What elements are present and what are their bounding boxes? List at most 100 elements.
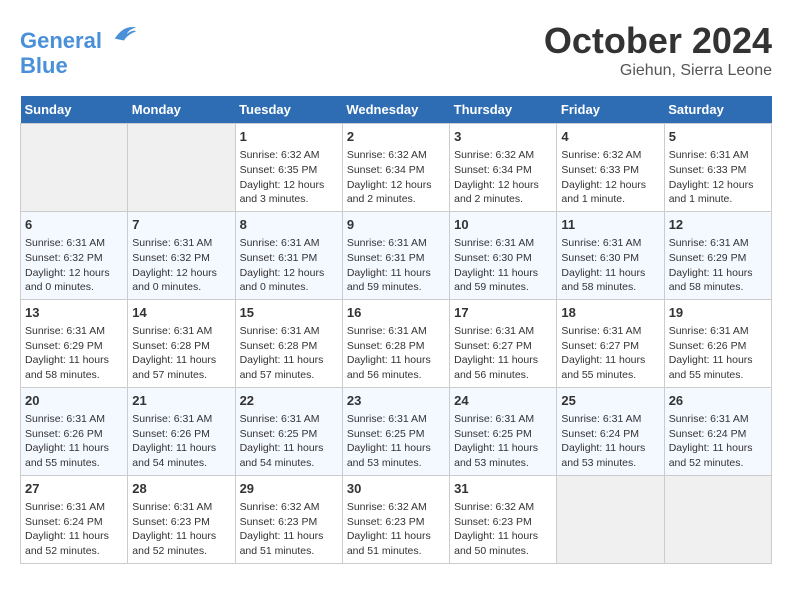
location-title: Giehun, Sierra Leone: [544, 62, 772, 80]
week-row-1: 6 Sunrise: 6:31 AMSunset: 6:32 PMDaylight…: [21, 211, 772, 299]
day-info: Sunrise: 6:31 AMSunset: 6:25 PMDaylight:…: [240, 412, 338, 471]
day-info: Sunrise: 6:31 AMSunset: 6:29 PMDaylight:…: [25, 324, 123, 383]
day-info: Sunrise: 6:31 AMSunset: 6:24 PMDaylight:…: [25, 500, 123, 559]
day-info: Sunrise: 6:32 AMSunset: 6:34 PMDaylight:…: [347, 148, 445, 207]
day-info: Sunrise: 6:32 AMSunset: 6:23 PMDaylight:…: [240, 500, 338, 559]
day-info: Sunrise: 6:31 AMSunset: 6:25 PMDaylight:…: [347, 412, 445, 471]
week-row-3: 20 Sunrise: 6:31 AMSunset: 6:26 PMDayligh…: [21, 387, 772, 475]
day-cell: 10 Sunrise: 6:31 AMSunset: 6:30 PMDayligh…: [450, 211, 557, 299]
day-info: Sunrise: 6:31 AMSunset: 6:28 PMDaylight:…: [132, 324, 230, 383]
col-header-thursday: Thursday: [450, 96, 557, 124]
day-info: Sunrise: 6:31 AMSunset: 6:31 PMDaylight:…: [240, 236, 338, 295]
day-cell: 15Sunrise: 6:31 AMSunset: 6:28 PMDayligh…: [235, 299, 342, 387]
day-cell: 31Sunrise: 6:32 AMSunset: 6:23 PMDayligh…: [450, 475, 557, 563]
day-info: Sunrise: 6:31 AMSunset: 6:25 PMDaylight:…: [454, 412, 552, 471]
day-cell: 11Sunrise: 6:31 AMSunset: 6:30 PMDayligh…: [557, 211, 664, 299]
day-info: Sunrise: 6:31 AMSunset: 6:28 PMDaylight:…: [347, 324, 445, 383]
day-info: Sunrise: 6:31 AMSunset: 6:27 PMDaylight:…: [561, 324, 659, 383]
col-header-sunday: Sunday: [21, 96, 128, 124]
day-info: Sunrise: 6:31 AMSunset: 6:29 PMDaylight:…: [669, 236, 767, 295]
day-info: Sunrise: 6:31 AMSunset: 6:26 PMDaylight:…: [25, 412, 123, 471]
day-number: 29: [240, 480, 338, 498]
day-cell: 23Sunrise: 6:31 AMSunset: 6:25 PMDayligh…: [342, 387, 449, 475]
day-number: 2: [347, 128, 445, 146]
day-info: Sunrise: 6:31 AMSunset: 6:26 PMDaylight:…: [132, 412, 230, 471]
day-number: 8: [240, 216, 338, 234]
day-number: 6: [25, 216, 123, 234]
day-info: Sunrise: 6:31 AMSunset: 6:27 PMDaylight:…: [454, 324, 552, 383]
day-cell: 6 Sunrise: 6:31 AMSunset: 6:32 PMDaylight…: [21, 211, 128, 299]
day-cell: 19Sunrise: 6:31 AMSunset: 6:26 PMDayligh…: [664, 299, 771, 387]
col-header-monday: Monday: [128, 96, 235, 124]
day-number: 22: [240, 392, 338, 410]
day-number: 20: [25, 392, 123, 410]
day-number: 25: [561, 392, 659, 410]
day-info: Sunrise: 6:32 AMSunset: 6:23 PMDaylight:…: [347, 500, 445, 559]
day-info: Sunrise: 6:32 AMSunset: 6:33 PMDaylight:…: [561, 148, 659, 207]
day-cell: 12Sunrise: 6:31 AMSunset: 6:29 PMDayligh…: [664, 211, 771, 299]
logo-bird-icon: [110, 20, 138, 48]
day-number: 3: [454, 128, 552, 146]
day-cell: 30 Sunrise: 6:32 AMSunset: 6:23 PMDayligh…: [342, 475, 449, 563]
logo: General Blue: [20, 20, 138, 79]
col-header-wednesday: Wednesday: [342, 96, 449, 124]
day-number: 4: [561, 128, 659, 146]
day-cell: 27 Sunrise: 6:31 AMSunset: 6:24 PMDayligh…: [21, 475, 128, 563]
day-cell: 3Sunrise: 6:32 AMSunset: 6:34 PMDaylight…: [450, 124, 557, 212]
day-cell: 25 Sunrise: 6:31 AMSunset: 6:24 PMDayligh…: [557, 387, 664, 475]
day-number: 19: [669, 304, 767, 322]
week-row-4: 27 Sunrise: 6:31 AMSunset: 6:24 PMDayligh…: [21, 475, 772, 563]
day-number: 10: [454, 216, 552, 234]
day-cell: [21, 124, 128, 212]
day-info: Sunrise: 6:32 AMSunset: 6:35 PMDaylight:…: [240, 148, 338, 207]
day-info: Sunrise: 6:31 AMSunset: 6:30 PMDaylight:…: [454, 236, 552, 295]
logo-text: General: [20, 20, 138, 53]
day-number: 7: [132, 216, 230, 234]
day-number: 13: [25, 304, 123, 322]
day-cell: 2 Sunrise: 6:32 AMSunset: 6:34 PMDaylight…: [342, 124, 449, 212]
day-number: 14: [132, 304, 230, 322]
day-number: 17: [454, 304, 552, 322]
day-number: 30: [347, 480, 445, 498]
day-info: Sunrise: 6:31 AMSunset: 6:32 PMDaylight:…: [25, 236, 123, 295]
day-info: Sunrise: 6:31 AMSunset: 6:31 PMDaylight:…: [347, 236, 445, 295]
header-row: SundayMondayTuesdayWednesdayThursdayFrid…: [21, 96, 772, 124]
day-cell: 22 Sunrise: 6:31 AMSunset: 6:25 PMDayligh…: [235, 387, 342, 475]
day-cell: 26 Sunrise: 6:31 AMSunset: 6:24 PMDayligh…: [664, 387, 771, 475]
day-cell: 4 Sunrise: 6:32 AMSunset: 6:33 PMDaylight…: [557, 124, 664, 212]
day-number: 26: [669, 392, 767, 410]
day-number: 21: [132, 392, 230, 410]
day-cell: [128, 124, 235, 212]
month-title: October 2024: [544, 20, 772, 62]
logo-blue: Blue: [20, 53, 138, 79]
day-number: 31: [454, 480, 552, 498]
day-cell: 13 Sunrise: 6:31 AMSunset: 6:29 PMDayligh…: [21, 299, 128, 387]
day-cell: 17 Sunrise: 6:31 AMSunset: 6:27 PMDayligh…: [450, 299, 557, 387]
day-number: 28: [132, 480, 230, 498]
day-cell: 5 Sunrise: 6:31 AMSunset: 6:33 PMDaylight…: [664, 124, 771, 212]
day-cell: 1 Sunrise: 6:32 AMSunset: 6:35 PMDaylight…: [235, 124, 342, 212]
day-number: 24: [454, 392, 552, 410]
day-cell: 28 Sunrise: 6:31 AMSunset: 6:23 PMDayligh…: [128, 475, 235, 563]
day-cell: 21 Sunrise: 6:31 AMSunset: 6:26 PMDayligh…: [128, 387, 235, 475]
week-row-2: 13 Sunrise: 6:31 AMSunset: 6:29 PMDayligh…: [21, 299, 772, 387]
day-number: 27: [25, 480, 123, 498]
day-cell: 20 Sunrise: 6:31 AMSunset: 6:26 PMDayligh…: [21, 387, 128, 475]
day-info: Sunrise: 6:31 AMSunset: 6:23 PMDaylight:…: [132, 500, 230, 559]
day-cell: [664, 475, 771, 563]
day-number: 9: [347, 216, 445, 234]
col-header-saturday: Saturday: [664, 96, 771, 124]
day-number: 1: [240, 128, 338, 146]
day-info: Sunrise: 6:31 AMSunset: 6:24 PMDaylight:…: [561, 412, 659, 471]
day-info: Sunrise: 6:31 AMSunset: 6:33 PMDaylight:…: [669, 148, 767, 207]
day-info: Sunrise: 6:31 AMSunset: 6:32 PMDaylight:…: [132, 236, 230, 295]
day-info: Sunrise: 6:31 AMSunset: 6:24 PMDaylight:…: [669, 412, 767, 471]
day-number: 11: [561, 216, 659, 234]
day-cell: 29 Sunrise: 6:32 AMSunset: 6:23 PMDayligh…: [235, 475, 342, 563]
day-cell: [557, 475, 664, 563]
page-header: General Blue October 2024 Giehun, Sierra…: [20, 20, 772, 80]
day-cell: 7 Sunrise: 6:31 AMSunset: 6:32 PMDaylight…: [128, 211, 235, 299]
day-cell: 16Sunrise: 6:31 AMSunset: 6:28 PMDayligh…: [342, 299, 449, 387]
col-header-friday: Friday: [557, 96, 664, 124]
day-number: 5: [669, 128, 767, 146]
